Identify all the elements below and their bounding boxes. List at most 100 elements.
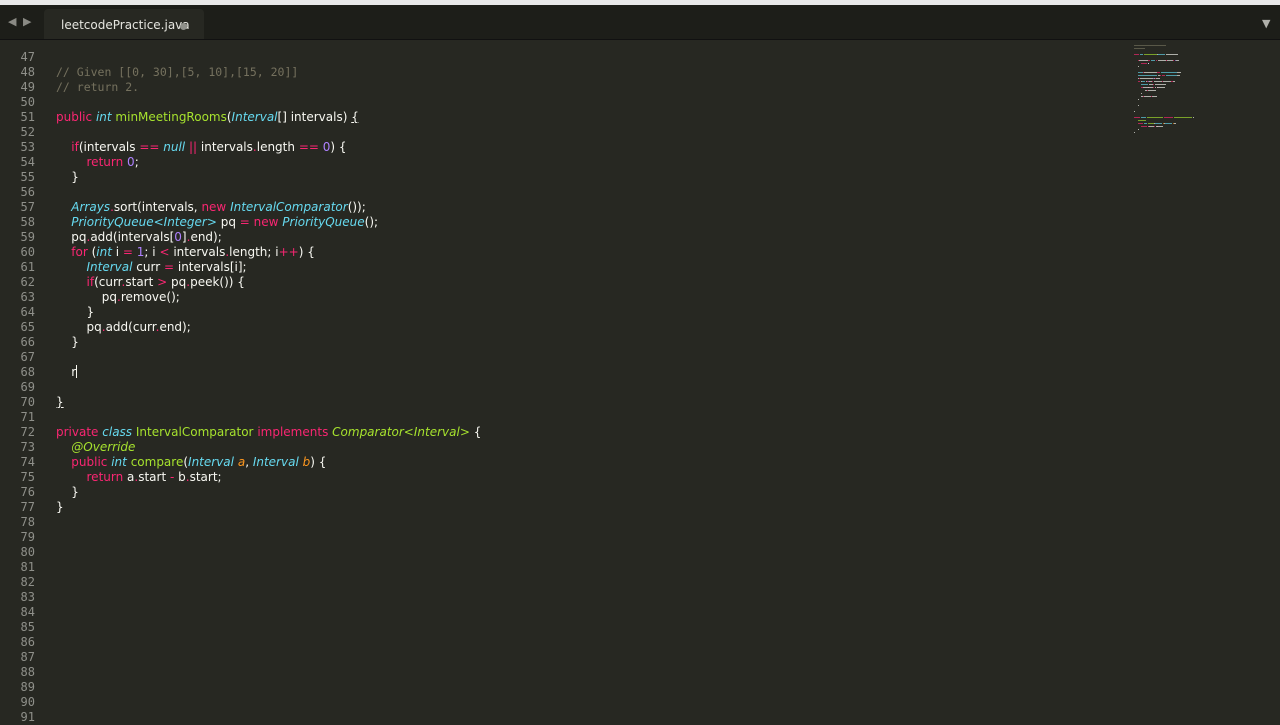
code-token: } — [56, 485, 79, 499]
minimap-segment — [1151, 60, 1155, 61]
line-number[interactable]: 59 — [0, 230, 35, 245]
code-token: } — [56, 500, 64, 514]
line-number[interactable]: 51 — [0, 110, 35, 125]
line-number[interactable]: 86 — [0, 635, 35, 650]
line-number[interactable]: 65 — [0, 320, 35, 335]
code-token: public — [71, 455, 108, 469]
line-number[interactable]: 83 — [0, 590, 35, 605]
nav-forward-icon[interactable]: ▶ — [23, 15, 31, 28]
line-number[interactable]: 55 — [0, 170, 35, 185]
code-line[interactable]: return 0; — [56, 155, 139, 170]
code-line[interactable]: Arrays.sort(intervals, new IntervalCompa… — [56, 200, 366, 215]
code-line[interactable]: } — [56, 170, 79, 185]
line-number[interactable]: 60 — [0, 245, 35, 260]
line-number[interactable]: 87 — [0, 650, 35, 665]
code-line[interactable]: Interval curr = intervals[i]; — [56, 260, 247, 275]
line-number[interactable]: 64 — [0, 305, 35, 320]
line-number[interactable]: 63 — [0, 290, 35, 305]
code-token: end); — [190, 230, 222, 244]
code-line[interactable]: } — [56, 500, 64, 515]
minimap[interactable] — [1134, 42, 1204, 202]
line-number[interactable]: 57 — [0, 200, 35, 215]
code-line[interactable]: for (int i = 1; i < intervals.length; i+… — [56, 245, 315, 260]
code-token: add(intervals[ — [90, 230, 175, 244]
code-line[interactable]: private class IntervalComparator impleme… — [56, 425, 481, 440]
code-line[interactable]: pq.add(intervals[0].end); — [56, 230, 222, 245]
line-number[interactable]: 62 — [0, 275, 35, 290]
minimap-segment — [1172, 81, 1176, 82]
minimap-segment — [1176, 60, 1179, 61]
line-number[interactable]: 76 — [0, 485, 35, 500]
line-number[interactable]: 71 — [0, 410, 35, 425]
line-number[interactable]: 69 — [0, 380, 35, 395]
code-line[interactable]: PriorityQueue<Integer> pq = new Priority… — [56, 215, 378, 230]
code-line[interactable]: public int minMeetingRooms(Interval[] in… — [56, 110, 359, 125]
line-number[interactable]: 91 — [0, 710, 35, 725]
code-line[interactable]: // return 2. — [56, 80, 139, 95]
code-token: } — [56, 335, 79, 349]
line-number[interactable]: 82 — [0, 575, 35, 590]
line-number[interactable]: 48 — [0, 65, 35, 80]
minimap-segment — [1134, 54, 1140, 55]
code-line[interactable]: if(curr.start > pq.peek()) { — [56, 275, 245, 290]
code-token: return — [86, 155, 124, 169]
code-line[interactable]: pq.remove(); — [56, 290, 180, 305]
line-number[interactable]: 72 — [0, 425, 35, 440]
minimap-segment — [1137, 120, 1146, 121]
line-number[interactable]: 90 — [0, 695, 35, 710]
line-number[interactable]: 66 — [0, 335, 35, 350]
line-number[interactable]: 79 — [0, 530, 35, 545]
minimap-segment — [1141, 84, 1149, 85]
minimap-segment — [1146, 117, 1163, 118]
line-number[interactable]: 89 — [0, 680, 35, 695]
minimap-segment — [1158, 60, 1167, 61]
line-number[interactable]: 54 — [0, 155, 35, 170]
code-line[interactable]: if(intervals == null || intervals.length… — [56, 140, 346, 155]
line-number[interactable]: 85 — [0, 620, 35, 635]
line-number[interactable]: 80 — [0, 545, 35, 560]
line-number[interactable]: 84 — [0, 605, 35, 620]
minimap-segment — [1143, 72, 1158, 73]
line-number[interactable]: 56 — [0, 185, 35, 200]
code-token: peek()) { — [190, 275, 245, 289]
tab-leetcodepractice[interactable]: leetcodePractice.java — [44, 9, 204, 39]
tab-menu-chevron-icon[interactable]: ▼ — [1262, 17, 1270, 30]
line-number[interactable]: 70 — [0, 395, 35, 410]
minimap-segment — [1137, 66, 1139, 67]
line-number[interactable]: 49 — [0, 80, 35, 95]
code-line[interactable]: } — [56, 485, 79, 500]
code-line[interactable]: r — [56, 365, 78, 380]
code-line[interactable]: } — [56, 335, 79, 350]
line-number[interactable]: 53 — [0, 140, 35, 155]
line-number[interactable]: 47 — [0, 50, 35, 65]
code-token: ; i — [144, 245, 160, 259]
line-number[interactable]: 73 — [0, 440, 35, 455]
line-number[interactable]: 75 — [0, 470, 35, 485]
code-line[interactable]: } — [56, 305, 95, 320]
line-number[interactable]: 88 — [0, 665, 35, 680]
line-number[interactable]: 68 — [0, 365, 35, 380]
line-number[interactable]: 78 — [0, 515, 35, 530]
code-token: (intervals — [78, 140, 140, 154]
code-token: sort(intervals, — [113, 200, 202, 214]
code-editor[interactable]: // Given [[0, 30],[5, 10],[15, 20]]// re… — [56, 45, 1116, 720]
code-token: > — [157, 275, 168, 289]
code-line[interactable]: @Override — [56, 440, 135, 455]
code-line[interactable]: pq.add(curr.end); — [56, 320, 191, 335]
code-line[interactable]: } — [56, 395, 64, 410]
nav-back-icon[interactable]: ◀ — [8, 15, 16, 28]
minimap-segment — [1134, 117, 1141, 118]
line-number[interactable]: 67 — [0, 350, 35, 365]
line-number[interactable]: 52 — [0, 125, 35, 140]
code-line[interactable]: // Given [[0, 30],[5, 10],[15, 20]] — [56, 65, 298, 80]
line-number[interactable]: 58 — [0, 215, 35, 230]
code-line[interactable]: public int compare(Interval a, Interval … — [56, 455, 326, 470]
line-number[interactable]: 74 — [0, 455, 35, 470]
line-number[interactable]: 81 — [0, 560, 35, 575]
line-number[interactable]: 50 — [0, 95, 35, 110]
unsaved-dot-icon[interactable] — [180, 23, 187, 30]
code-line[interactable]: return a.start - b.start; — [56, 470, 222, 485]
line-number[interactable]: 77 — [0, 500, 35, 515]
line-number[interactable]: 61 — [0, 260, 35, 275]
